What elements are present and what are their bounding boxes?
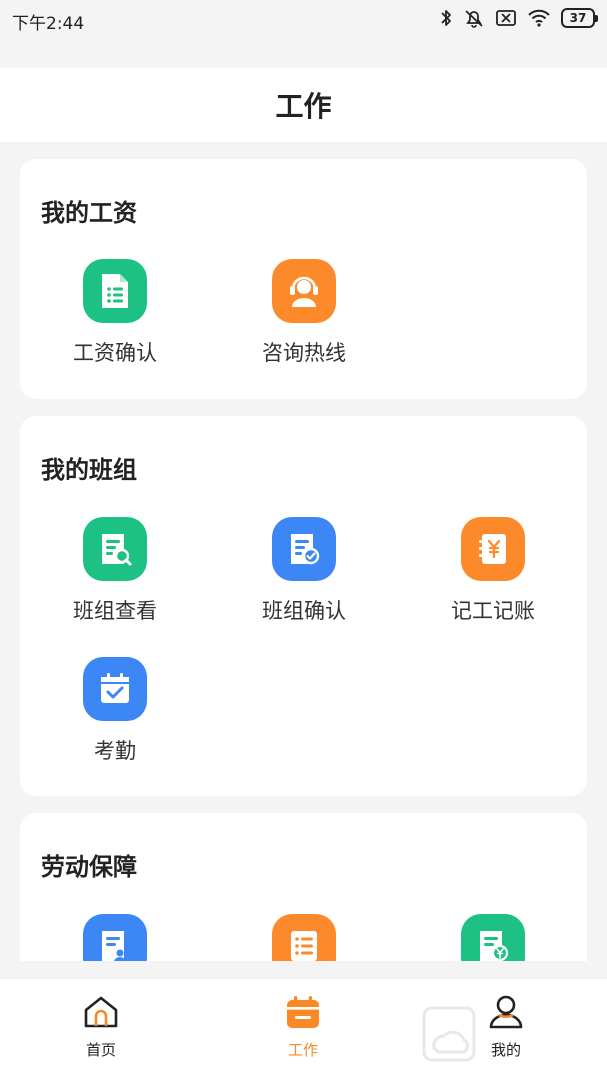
tile-labor-1[interactable] — [20, 914, 210, 961]
tile-hotline[interactable]: 咨询热线 — [209, 259, 399, 379]
mute-bell-icon — [463, 8, 485, 28]
section-title: 我的班组 — [41, 456, 137, 484]
tile-label: 考勤 — [94, 739, 136, 763]
watermark-logo — [422, 1004, 592, 1064]
nav-item-home[interactable]: 首页 — [41, 995, 161, 1060]
section-title: 我的工资 — [41, 199, 137, 227]
document-person-icon — [83, 914, 147, 961]
tile-label: 班组查看 — [73, 599, 157, 623]
calendar-check-icon — [83, 657, 147, 721]
tile-label: 班组确认 — [262, 599, 346, 623]
section-labor-protection: 劳动保障 — [20, 813, 587, 961]
bluetooth-icon — [439, 8, 453, 28]
nav-label: 首页 — [85, 1041, 116, 1059]
page-title: 工作 — [275, 90, 332, 123]
section-title: 劳动保障 — [41, 853, 137, 881]
tile-label: 记工记账 — [451, 599, 535, 623]
tile-team-view[interactable]: 班组查看 — [20, 517, 210, 637]
tile-team-confirm[interactable]: 班组确认 — [209, 517, 399, 637]
spreadsheet-icon — [83, 259, 147, 323]
calendar-icon — [285, 995, 321, 1033]
document-search-icon — [83, 517, 147, 581]
title-bar: 工作 — [0, 68, 607, 142]
nav-item-work[interactable]: 工作 — [243, 995, 363, 1060]
battery-icon: 37 — [561, 8, 598, 28]
section-my-team: 我的班组 班组查看 班组确认 记工记账 考勤 — [20, 416, 587, 796]
status-time: 下午2:44 — [12, 14, 85, 34]
headset-support-icon — [272, 259, 336, 323]
wifi-icon — [527, 9, 551, 27]
tile-salary-confirm[interactable]: 工资确认 — [20, 259, 210, 379]
tile-labor-2[interactable] — [209, 914, 399, 961]
tile-label: 咨询热线 — [262, 341, 346, 365]
tile-work-ledger[interactable]: 记工记账 — [398, 517, 587, 637]
status-icons: 37 — [439, 8, 598, 28]
document-check-icon — [272, 517, 336, 581]
sim-off-icon — [495, 9, 517, 27]
tile-labor-3[interactable] — [398, 914, 587, 961]
tile-attendance[interactable]: 考勤 — [20, 657, 210, 777]
status-bar: 下午2:44 37 — [0, 0, 607, 42]
tile-label: 工资确认 — [73, 341, 157, 365]
list-icon — [272, 914, 336, 961]
yuan-ledger-icon — [461, 517, 525, 581]
home-icon — [83, 995, 119, 1033]
document-yuan-icon — [461, 914, 525, 961]
section-my-salary: 我的工资 工资确认 咨询热线 — [20, 159, 587, 399]
nav-label: 工作 — [287, 1041, 318, 1059]
